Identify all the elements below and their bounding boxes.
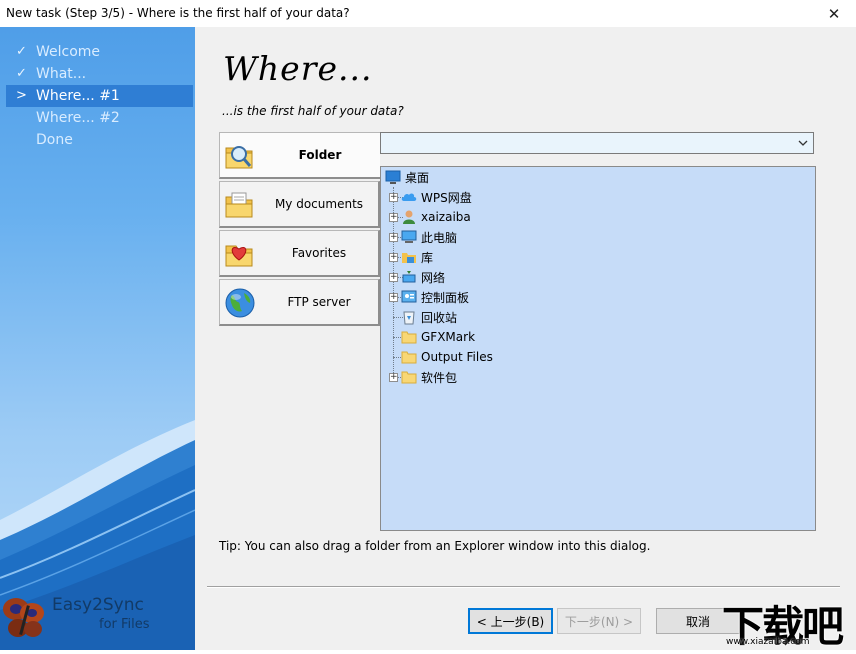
tree-node-label: 桌面 [405, 169, 429, 186]
tree-node-label: 网络 [421, 269, 445, 286]
computer-icon [401, 229, 417, 245]
tree-node[interactable]: + WPS网盘 [389, 187, 472, 207]
tree-node-label: 软件包 [421, 369, 457, 386]
butterfly-logo-icon [2, 595, 52, 643]
current-step-marker: > [16, 85, 32, 107]
watermark-url: www.xiazaiba.com [726, 637, 810, 647]
source-my-documents-button[interactable]: My documents [219, 181, 380, 228]
expand-icon[interactable]: + [389, 213, 398, 222]
expand-icon[interactable]: + [389, 253, 398, 262]
step-what: ✓ What... [6, 63, 193, 85]
tree-node[interactable]: 回收站 [389, 307, 457, 327]
tree-node-label: 库 [421, 249, 433, 266]
tree-node-label: 回收站 [421, 309, 457, 326]
source-label: Folder [260, 133, 380, 177]
tree-node[interactable]: + 软件包 [389, 367, 457, 387]
step-welcome: ✓ Welcome [6, 41, 193, 63]
tree-node-label: 此电脑 [421, 229, 457, 246]
wizard-content: Where... ...is the first half of your da… [195, 27, 856, 650]
globe-icon [224, 287, 256, 319]
tree-node-desktop[interactable]: 桌面 [385, 167, 429, 187]
title-bar: New task (Step 3/5) - Where is the first… [0, 0, 856, 27]
tree-node[interactable]: GFXMark [389, 327, 475, 347]
tree-node-label: 控制面板 [421, 289, 469, 306]
folder-icon [401, 349, 417, 365]
library-icon [401, 249, 417, 265]
back-button[interactable]: < 上一步(B) [468, 608, 553, 634]
check-icon: ✓ [16, 41, 32, 63]
tree-node[interactable]: + xaizaiba [389, 207, 471, 227]
step-done: Done [6, 129, 193, 151]
tree-node[interactable]: + 控制面板 [389, 287, 469, 307]
favorites-icon [224, 238, 256, 270]
user-icon [401, 209, 417, 225]
step-where-2: Where... #2 [6, 107, 193, 129]
wizard-sidebar: ✓ Welcome ✓ What... > Where... #1 Where.… [0, 27, 195, 650]
path-input[interactable] [383, 134, 792, 154]
expand-icon[interactable]: + [389, 293, 398, 302]
source-label: FTP server [260, 280, 378, 324]
folder-icon [401, 329, 417, 345]
control-panel-icon [401, 289, 417, 305]
footer-divider [207, 586, 840, 588]
expand-icon[interactable]: + [389, 373, 398, 382]
source-label: My documents [260, 182, 378, 226]
next-button[interactable]: 下一步(N) > [557, 608, 641, 634]
tree-node-label: WPS网盘 [421, 189, 472, 206]
source-type-tabs: Folder My documents Favorites [219, 132, 380, 328]
wizard-steps: ✓ Welcome ✓ What... > Where... #1 Where.… [6, 41, 193, 151]
page-title: Where... [223, 49, 372, 88]
tree-node-label: Output Files [421, 350, 493, 364]
source-label: Favorites [260, 231, 378, 275]
step-label: Welcome [36, 44, 100, 60]
watermark-logo: 下载吧 www.xiazaiba.com [722, 593, 856, 650]
expand-icon[interactable]: + [389, 193, 398, 202]
cloud-icon [401, 189, 417, 205]
network-icon [401, 269, 417, 285]
my-documents-icon [224, 189, 256, 221]
tree-node-label: GFXMark [421, 330, 475, 344]
path-combobox[interactable] [380, 132, 814, 154]
folder-icon [401, 369, 417, 385]
close-icon[interactable]: ✕ [812, 0, 856, 27]
expand-icon[interactable]: + [389, 273, 398, 282]
brand-name: Easy2Sync [52, 595, 144, 615]
step-label: Where... #1 [36, 88, 120, 104]
step-label: What... [36, 66, 86, 82]
check-icon: ✓ [16, 63, 32, 85]
source-folder-button[interactable]: Folder [219, 132, 380, 179]
source-ftp-button[interactable]: FTP server [219, 279, 380, 326]
tree-node[interactable]: + 网络 [389, 267, 445, 287]
tip-text: Tip: You can also drag a folder from an … [219, 539, 650, 553]
step-label: Done [36, 132, 73, 148]
folder-tree[interactable]: 桌面 + WPS网盘 + xaizaiba + 此电脑 + 库 + 网络 + [380, 166, 816, 531]
desktop-icon [385, 169, 401, 185]
step-where-1: > Where... #1 [6, 85, 193, 107]
step-label: Where... #2 [36, 110, 120, 126]
tree-node[interactable]: Output Files [389, 347, 493, 367]
tree-node-label: xaizaiba [421, 210, 471, 224]
tree-node[interactable]: + 此电脑 [389, 227, 457, 247]
brand-subtitle: for Files [99, 617, 150, 632]
chevron-down-icon[interactable] [793, 133, 813, 153]
source-favorites-button[interactable]: Favorites [219, 230, 380, 277]
expand-icon[interactable]: + [389, 233, 398, 242]
folder-search-icon [224, 140, 256, 172]
recycle-bin-icon [401, 309, 417, 325]
window-title: New task (Step 3/5) - Where is the first… [6, 6, 350, 20]
tree-node[interactable]: + 库 [389, 247, 433, 267]
page-subtitle: ...is the first half of your data? [222, 104, 404, 118]
